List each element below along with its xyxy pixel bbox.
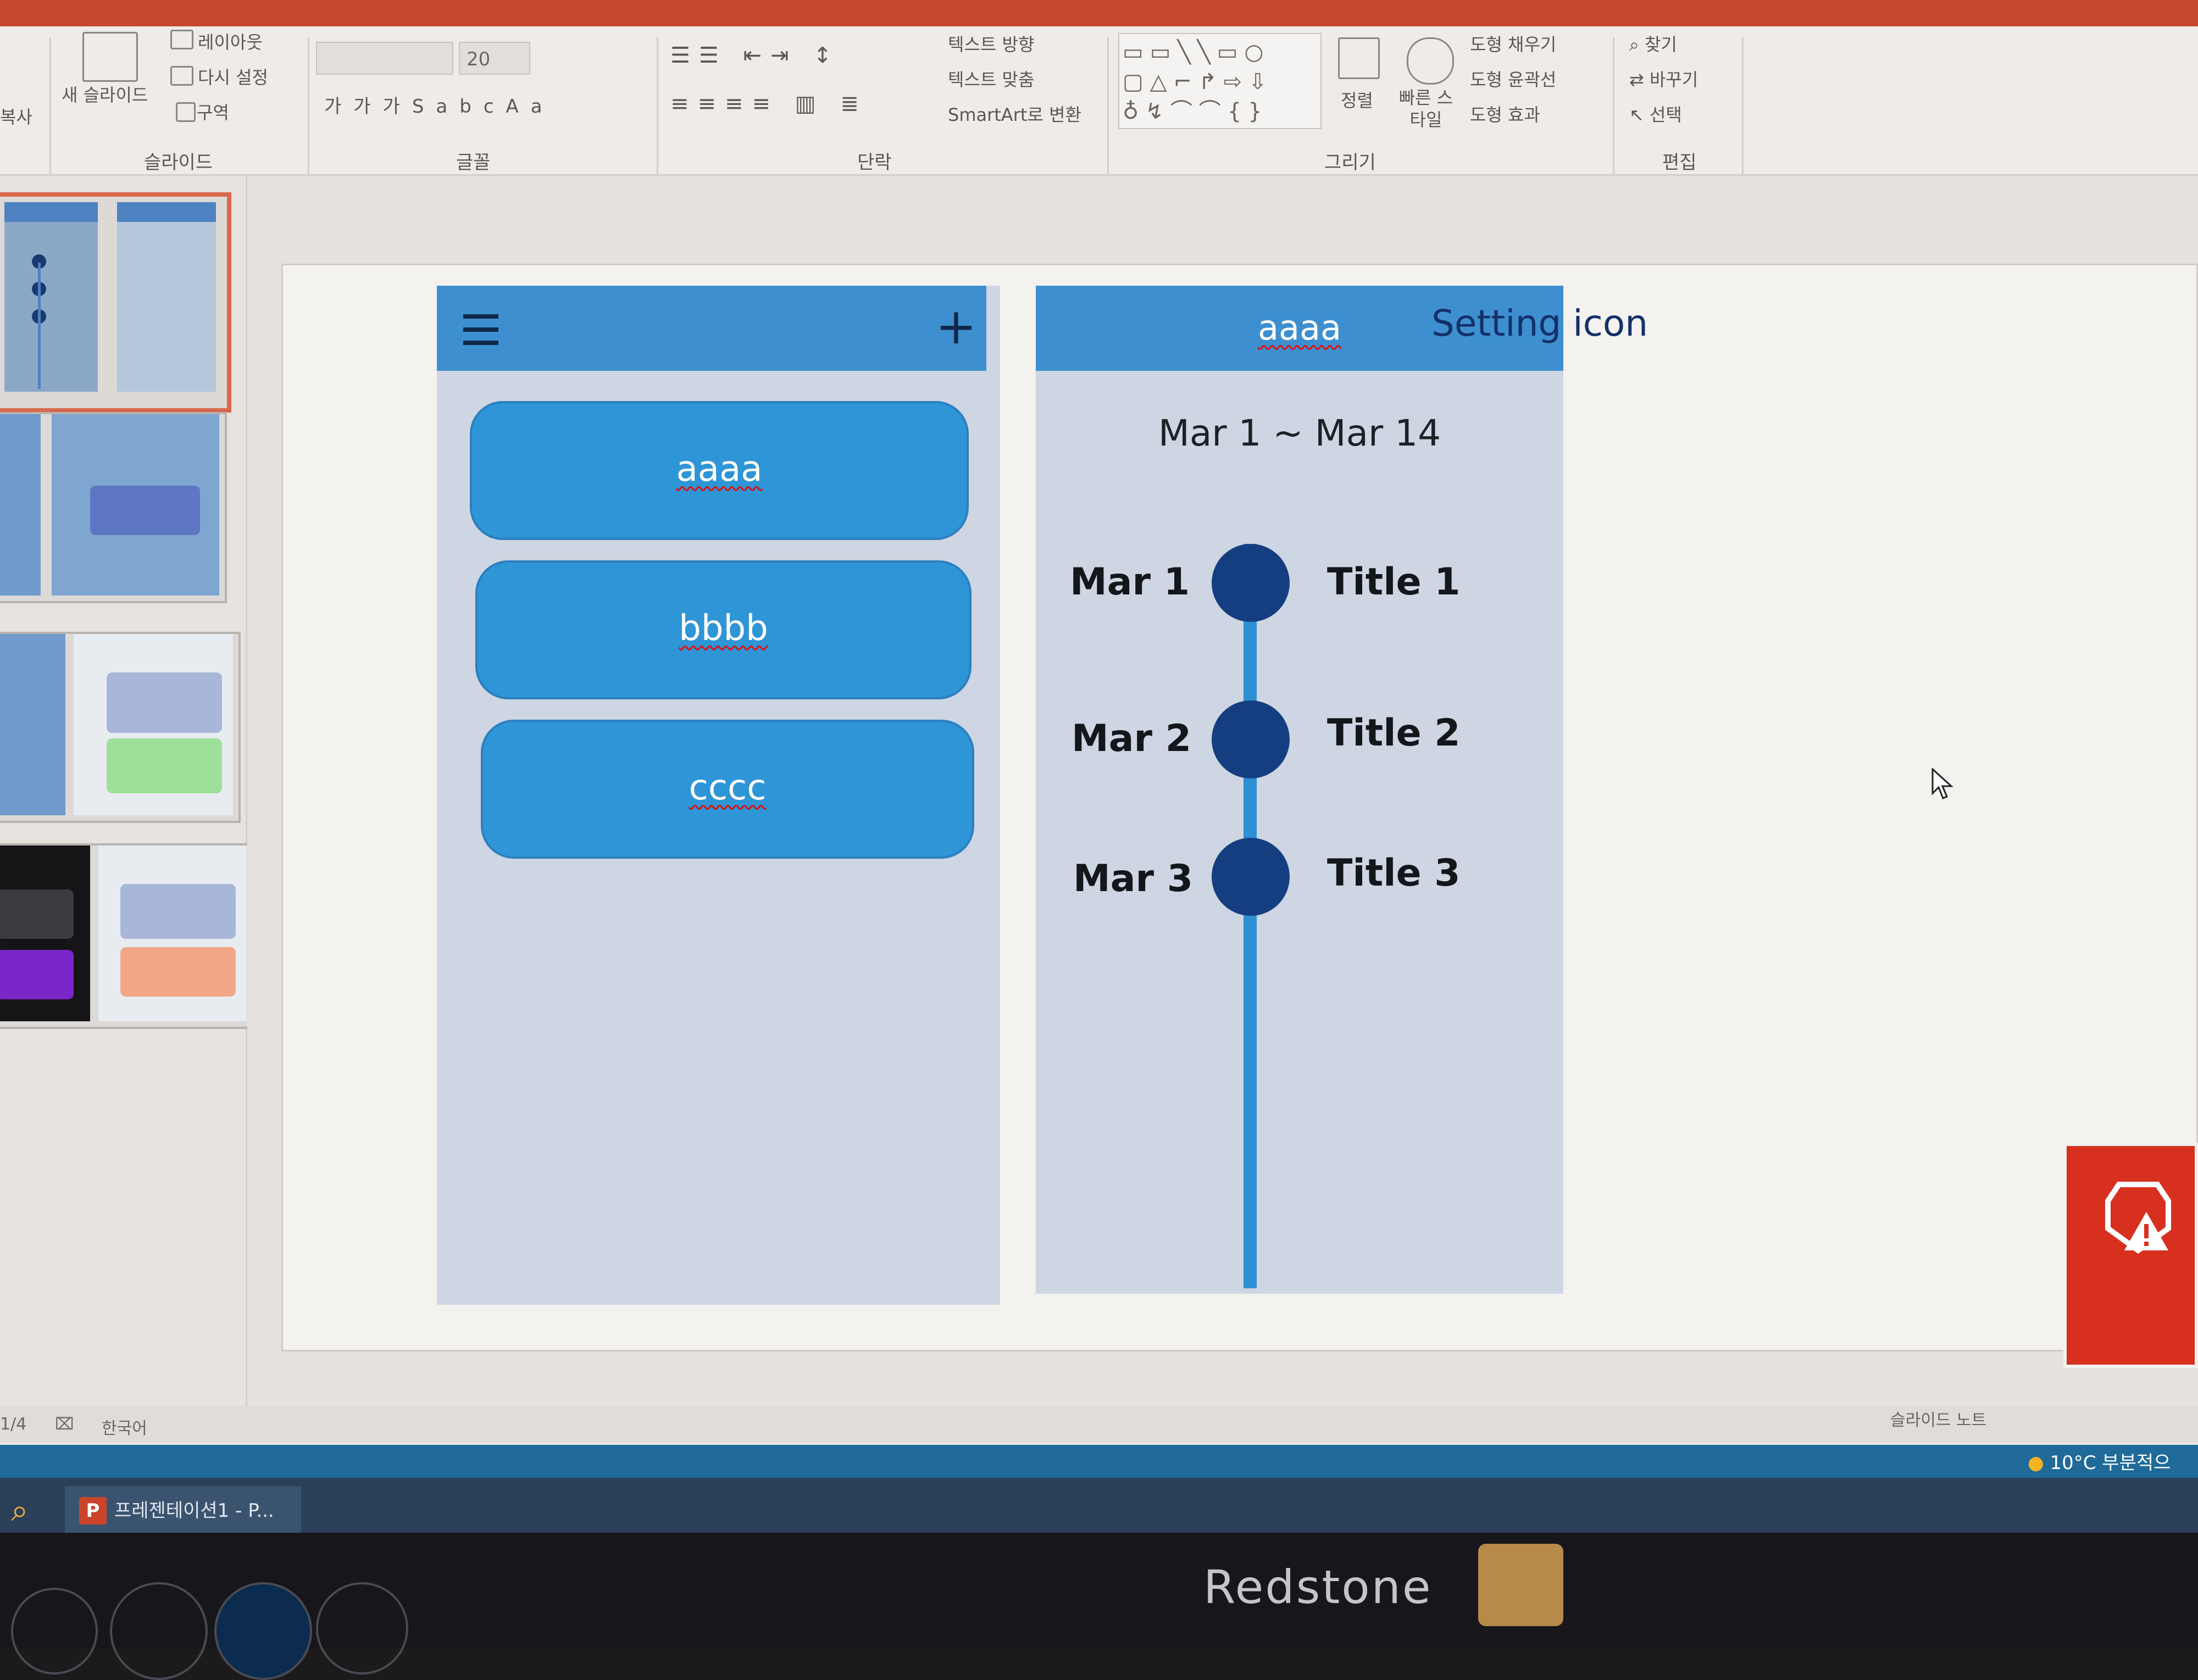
powerpoint-window: 복사 새 슬라이드 레이아웃 다시 설정 구역 슬라이드 20 가가가SabcA… <box>0 0 2198 1472</box>
reset-icon <box>170 66 193 86</box>
weather-text: 10°C 부분적으 <box>2050 1452 2171 1474</box>
list-item-button[interactable]: cccc <box>481 720 974 859</box>
slide-thumbnail-3[interactable] <box>0 632 241 823</box>
shield-warning-icon <box>2105 1182 2171 1254</box>
find-button[interactable]: ⌕ 찾기 <box>1629 31 1677 56</box>
shape-outline-button[interactable]: 도형 윤곽선 <box>1470 66 1556 91</box>
select-label: 선택 <box>1649 104 1682 125</box>
new-slide-button[interactable]: 새 슬라이드 <box>62 81 148 107</box>
notes-button[interactable]: 슬라이드 노트 <box>1890 1406 1986 1431</box>
mouse-cursor-icon <box>1931 768 1953 799</box>
list-screen-mockup: + aaaa bbbb cccc <box>437 286 1000 1305</box>
monitor-brand-logo: Redstone <box>1203 1560 1433 1614</box>
layout-icon <box>170 30 193 49</box>
slides-group-label: 슬라이드 <box>144 152 213 174</box>
editing-group-label: 편집 <box>1662 152 1697 174</box>
list-item-label: cccc <box>689 767 767 808</box>
shape-fill-button[interactable]: 도형 채우기 <box>1470 31 1556 56</box>
timeline-title: Title 1 <box>1327 560 1461 604</box>
list-screen-header: + <box>437 286 986 371</box>
ribbon: 복사 새 슬라이드 레이아웃 다시 설정 구역 슬라이드 20 가가가SabcA… <box>0 26 2198 176</box>
taskbar-app-label: 프레젠테이션1 - P... <box>114 1500 274 1522</box>
timeline-dot <box>1212 838 1290 916</box>
font-format-buttons[interactable]: 가가가SabcAa <box>324 91 554 118</box>
desktop-shortcut-icon <box>11 1588 98 1675</box>
replace-button[interactable]: ⇄ 바꾸기 <box>1629 66 1698 91</box>
taskbar <box>0 1478 2198 1533</box>
date-range-label: Mar 1 ~ Mar 14 <box>1158 412 1441 454</box>
timeline-date: Mar 1 <box>1070 560 1190 604</box>
add-icon[interactable]: + <box>931 302 981 352</box>
quick-styles-button[interactable]: 빠른 스타일 <box>1393 87 1459 131</box>
weather-widget[interactable]: ● 10°C 부분적으 <box>2028 1448 2171 1475</box>
layout-button[interactable]: 레이아웃 <box>198 29 263 54</box>
copy-button[interactable]: 복사 <box>0 103 32 129</box>
status-bar: 1/4 ⌧ 한국어 슬라이드 노트 <box>0 1406 2198 1442</box>
security-notification[interactable] <box>2063 1143 2198 1368</box>
ribbon-tab-strip <box>0 0 2198 26</box>
drawing-group-label: 그리기 <box>1324 152 1376 174</box>
align-text-button[interactable]: 텍스트 맞춤 <box>948 66 1034 91</box>
replace-icon: ⇄ <box>1629 69 1650 90</box>
sun-cloud-icon: ● <box>2028 1452 2044 1474</box>
arrange-button[interactable]: 정렬 <box>1341 87 1373 112</box>
shapes-gallery[interactable]: ▭▭╲╲▭○ ▢△⌐↱⇨⇩ ♁↯⌒⌒{} <box>1118 33 1322 129</box>
shape-effects-button[interactable]: 도형 효과 <box>1470 101 1540 126</box>
timeline-title: Title 2 <box>1327 711 1461 755</box>
smartart-button[interactable]: SmartArt로 변환 <box>948 101 1081 126</box>
list-item-label: aaaa <box>676 449 763 489</box>
quick-styles-icon <box>1407 37 1454 85</box>
find-icon: ⌕ <box>1629 34 1645 55</box>
setting-icon-placeholder[interactable]: Setting icon <box>1431 302 1648 344</box>
timeline-dot <box>1212 700 1290 778</box>
select-button[interactable]: ↖ 선택 <box>1629 101 1682 126</box>
list-item-button[interactable]: bbbb <box>475 560 972 699</box>
slide-thumbnail-1[interactable] <box>0 192 231 413</box>
slide-counter: 1/4 <box>0 1415 27 1434</box>
desktop-shortcut-icon <box>110 1582 208 1680</box>
monitor-bezel <box>0 1533 2198 1680</box>
timeline-title: Title 3 <box>1327 852 1461 895</box>
new-slide-icon <box>82 32 138 82</box>
reset-button[interactable]: 다시 설정 <box>198 64 268 89</box>
align-buttons[interactable]: ≡≡≡≡ ▥ ≣ <box>670 91 868 116</box>
spellcheck-icon[interactable]: ⌧ <box>55 1415 74 1434</box>
desktop-shortcut-icon <box>316 1582 408 1675</box>
timeline-line <box>1244 544 1257 1288</box>
section-button[interactable]: 구역 <box>197 99 229 124</box>
timeline-dot <box>1212 544 1290 622</box>
taskbar-powerpoint-button[interactable]: P 프레젠테이션1 - P... <box>65 1486 301 1536</box>
section-icon <box>176 102 196 122</box>
replace-label: 바꾸기 <box>1649 69 1699 90</box>
text-direction-button[interactable]: 텍스트 방향 <box>948 31 1034 56</box>
slide-thumbnail-4[interactable] <box>0 843 254 1029</box>
select-icon: ↖ <box>1629 104 1650 125</box>
font-name-box[interactable] <box>316 42 453 75</box>
language-indicator[interactable]: 한국어 <box>102 1415 147 1439</box>
monitor-sticker <box>1478 1544 1563 1626</box>
font-group-label: 글꼴 <box>456 152 491 174</box>
font-size-box[interactable]: 20 <box>459 42 530 75</box>
list-item-button[interactable]: aaaa <box>470 401 969 540</box>
timeline-date: Mar 2 <box>1072 717 1192 760</box>
slide-thumbnail-2[interactable] <box>0 412 227 603</box>
desktop-shortcut-icon <box>214 1582 312 1680</box>
paragraph-group-label: 단락 <box>857 152 892 174</box>
list-item-label: bbbb <box>679 608 768 649</box>
search-icon[interactable]: ⌕ <box>11 1494 44 1527</box>
find-label: 찾기 <box>1645 34 1677 55</box>
list-buttons[interactable]: ☰☰ ⇤⇥ ↕ <box>670 43 841 68</box>
arrange-icon <box>1338 37 1380 79</box>
timeline-date: Mar 3 <box>1073 857 1194 900</box>
powerpoint-icon: P <box>79 1497 107 1525</box>
timeline-screen-mockup: aaaa Mar 1 ~ Mar 14 Mar 1 Title 1 Mar 2 … <box>1036 286 1563 1294</box>
slide-thumbnail-pane <box>0 176 254 1439</box>
